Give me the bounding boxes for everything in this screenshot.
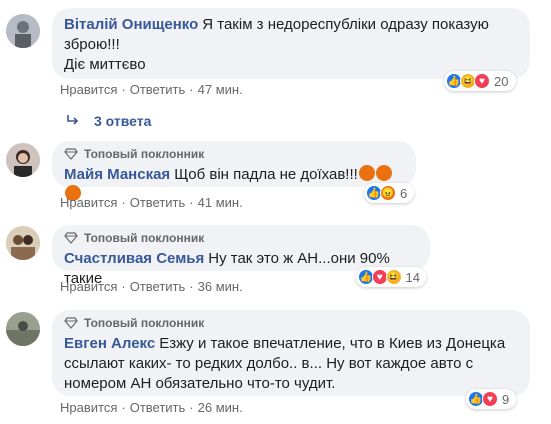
angry-reaction-icon: 😠 [380,185,396,201]
like-link[interactable]: Нравится [60,400,117,415]
haha-reaction-icon: 😆 [385,269,402,285]
reply-link[interactable]: Ответить [130,400,186,415]
replies-count: 3 ответа [94,113,152,129]
diamond-badge-icon [64,232,78,244]
reaction-count: 9 [502,391,510,407]
comment-actions: Нравится · Ответить · 36 мин. [60,279,243,294]
comment-actions: Нравится · Ответить · 26 мин. [60,400,243,415]
avatar[interactable] [6,226,40,260]
top-fan-badge: Топовый поклонник [64,231,418,245]
timestamp[interactable]: 47 мин. [198,82,243,97]
avatar[interactable] [6,143,40,177]
like-link[interactable]: Нравится [60,195,117,210]
reaction-count: 14 [405,269,420,285]
comment-author[interactable]: Евген Алекс [64,335,155,352]
comment-author[interactable]: Віталій Онищенко [64,16,198,33]
reply-link[interactable]: Ответить [130,279,186,294]
comment-actions: Нравится · Ответить · 41 мин. [60,195,243,210]
comment-bubble: Топовый поклонник Счастливая Семья Ну так… [52,225,430,287]
avatar-image [6,226,40,260]
diamond-badge-icon [64,148,78,160]
reaction-summary[interactable]: 👍 ♥ 9 [466,389,516,409]
angry-face-emoji [358,165,375,181]
reaction-summary[interactable]: 👍 😆 ♥ 20 [444,71,516,91]
view-replies-link[interactable]: 3 ответа [66,113,151,129]
reaction-summary[interactable]: 👍 😠 6 [364,183,414,203]
avatar[interactable] [6,312,40,346]
timestamp[interactable]: 36 мин. [198,279,243,294]
avatar-image [6,143,40,177]
top-fan-badge: Топовый поклонник [64,147,404,161]
comment-author[interactable]: Счастливая Семья [64,250,204,267]
love-reaction-icon: ♥ [474,73,490,89]
top-fan-badge: Топовый поклонник [64,316,518,330]
comment-actions: Нравится · Ответить · 47 мин. [60,82,243,97]
comment-bubble: Віталій Онищенко Я такім з недореспубліки… [52,8,530,79]
angry-face-emoji [375,165,392,181]
avatar-image [6,312,40,346]
reply-arrow-icon [66,113,80,129]
reaction-count: 20 [494,73,509,89]
timestamp[interactable]: 26 мин. [198,400,243,415]
reply-link[interactable]: Ответить [130,195,186,210]
diamond-badge-icon [64,317,78,329]
comment-bubble: Топовый поклонник Майя Манская Щоб він па… [52,141,416,201]
avatar[interactable] [6,14,40,48]
reaction-count: 6 [400,185,408,201]
avatar-image [6,14,40,48]
comment-bubble: Топовый поклонник Евген Алекс Езжу и тако… [52,310,530,396]
comment-text: Щоб він падла не доїхав!!! [174,166,358,183]
reaction-summary[interactable]: 👍 ♥ 😆 14 [356,267,426,287]
timestamp[interactable]: 41 мин. [198,195,243,210]
comment-author[interactable]: Майя Манская [64,166,170,183]
like-link[interactable]: Нравится [60,279,117,294]
love-reaction-icon: ♥ [482,391,498,407]
like-link[interactable]: Нравится [60,82,117,97]
reply-link[interactable]: Ответить [130,82,186,97]
